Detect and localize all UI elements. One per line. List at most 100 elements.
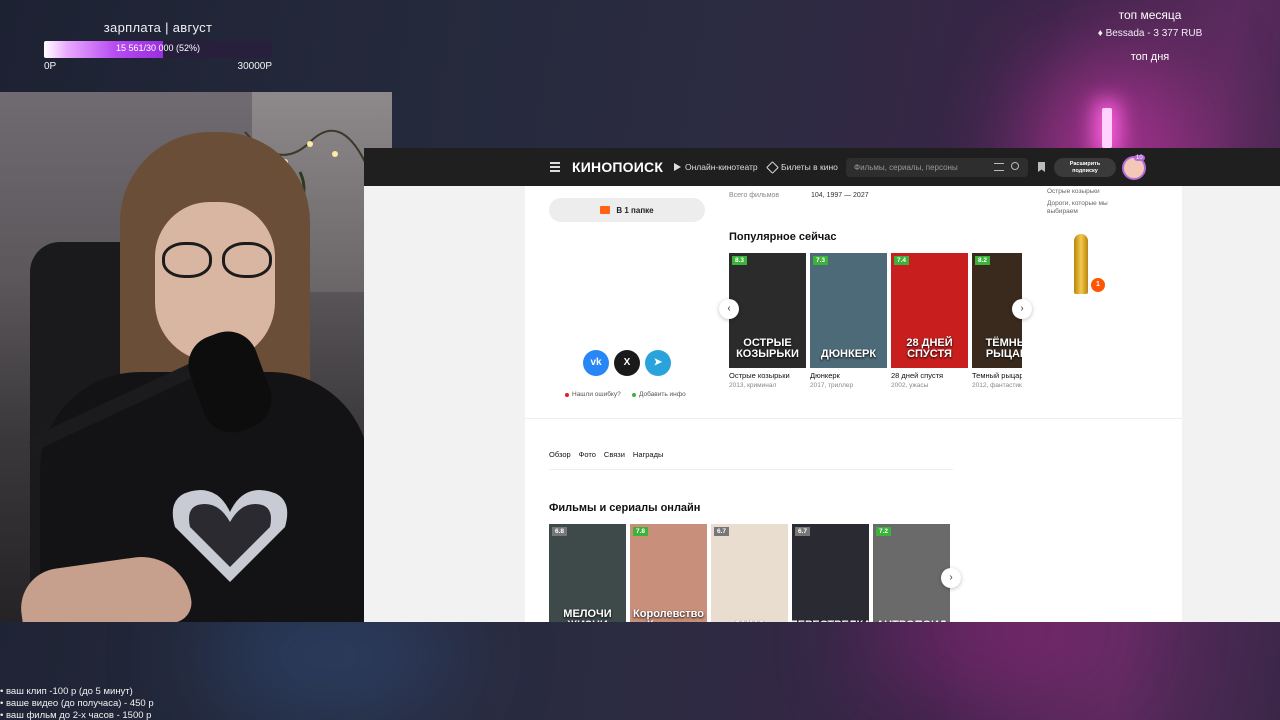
- donation-rules: • ваш клип -100 р (до 5 минут) • ваше вид…: [0, 686, 154, 720]
- section-divider: [525, 418, 1182, 419]
- rating-badge: 6.7: [714, 527, 730, 536]
- online-movies-title: Фильмы и сериалы онлайн: [549, 502, 701, 514]
- donation-rule-1: • ваше видео (до получаса) - 450 р: [0, 698, 154, 709]
- poster-title: Острые козырьки: [729, 371, 790, 380]
- green-dot-icon: [632, 392, 636, 397]
- neon-lamp: [1102, 108, 1112, 148]
- kinopoisk-header: КИНОПОИСК Онлайн-кинотеатр Билеты в кино…: [364, 148, 1280, 186]
- popular-poster-3[interactable]: 8.2 ТЁМНЫЙ РЫЦАРЬ Темный рыцарь: Возрожден…: [972, 253, 1022, 389]
- add-info-label: Добавить инфо: [639, 391, 686, 398]
- online-poster-1[interactable]: 7.8 Королевство Кенсуке: [630, 524, 707, 622]
- poster-subtitle: 2002, ужасы: [891, 382, 929, 389]
- online-poster-3[interactable]: 6.7 ПЕРЕСТРЕЛКА: [792, 524, 869, 622]
- poster-image: 7.2 АНТРОПОИД: [873, 524, 950, 622]
- top-month-entry: ♦ Bessada - 3 377 RUB: [1080, 28, 1220, 39]
- poster-art-title: АНТРОПОИД: [873, 620, 950, 623]
- nav-cinema-tickets[interactable]: Билеты в кино: [766, 160, 838, 174]
- sidebar-text-1[interactable]: Острые козырьки: [1047, 188, 1100, 196]
- online-poster-4[interactable]: 7.2 АНТРОПОИД: [873, 524, 950, 622]
- spiked-heart-print: [172, 490, 288, 582]
- popular-poster-0[interactable]: 8.3 ОСТРЫЕ КОЗЫРЬКИ Острые козырьки 2013, к…: [729, 253, 806, 389]
- poster-art-title: ОСТРЫЕ КОЗЫРЬКИ: [736, 337, 799, 360]
- play-icon: [674, 163, 681, 171]
- donation-rule-2: • ваш фильм до 2-х часов - 1500 р: [0, 710, 152, 720]
- tab-3[interactable]: Награды: [633, 450, 663, 459]
- diamond-icon: ♦: [1097, 28, 1103, 39]
- poster-image: 6.7 ПЕРЕСТРЕЛКА: [792, 524, 869, 622]
- poster-image: 7.4 28 ДНЕЙ СПУСТЯ: [891, 253, 968, 368]
- carousel-prev-button[interactable]: ‹: [719, 299, 739, 319]
- top-day-title: топ дня: [1130, 51, 1170, 63]
- oscar-icon[interactable]: [1074, 234, 1088, 294]
- online-poster-2[interactable]: 6.7 АННА: [711, 524, 788, 622]
- filter-icon[interactable]: [994, 163, 1004, 171]
- sidebar-text-2b: выбираем: [1047, 208, 1078, 215]
- poster-art-title: ТЁМНЫЙ РЫЦАРЬ: [985, 337, 1022, 360]
- donation-rule-0: • ваш клип -100 р (до 5 минут): [0, 686, 133, 697]
- vk-share-button[interactable]: vk: [583, 350, 609, 376]
- poster-image: 7.3 ДЮНКЕРК: [810, 253, 887, 368]
- goal-progress-text: 15 561/30 000 (52%): [115, 43, 201, 53]
- poster-image: 8.3 ОСТРЫЕ КОЗЫРЬКИ: [729, 253, 806, 368]
- rating-badge: 7.2: [876, 527, 892, 536]
- avatar-badge: 10: [1134, 155, 1145, 161]
- red-dot-icon: [565, 392, 569, 397]
- tab-1[interactable]: Фото: [579, 450, 596, 459]
- glasses-left-lens: [162, 242, 212, 278]
- online-poster-0[interactable]: 6.8 МЕЛОЧИ ЖИЗНИ: [549, 524, 626, 622]
- popular-poster-1[interactable]: 7.3 ДЮНКЕРК Дюнкерк 2017, триллер: [810, 253, 887, 389]
- menu-icon[interactable]: [550, 162, 560, 174]
- goal-min-label: 0Р: [44, 61, 57, 72]
- bookmark-icon[interactable]: [1038, 162, 1045, 172]
- telegram-share-button[interactable]: ➤: [645, 350, 671, 376]
- carousel-next-button[interactable]: ›: [1012, 299, 1032, 319]
- sidebar-text-2[interactable]: Дороги, которые мы выбираем: [1047, 200, 1108, 216]
- rating-badge: 6.7: [795, 527, 811, 536]
- poster-art-title: 28 ДНЕЙ СПУСТЯ: [906, 337, 953, 360]
- nav-online-label: Онлайн-кинотеатр: [685, 162, 758, 172]
- subscribe-line2: подписку: [1072, 168, 1098, 174]
- poster-title: Дюнкерк: [810, 371, 840, 380]
- glasses-right-lens: [222, 242, 272, 278]
- poster-art-title: ПЕРЕСТРЕЛКА: [792, 620, 869, 623]
- poster-art-title: МЕЛОЧИ ЖИЗНИ: [563, 608, 612, 623]
- poster-image: 6.7 АННА: [711, 524, 788, 622]
- rating-badge: 7.4: [894, 256, 910, 265]
- top-month-title: топ месяца: [1118, 8, 1182, 22]
- online-carousel-next-button[interactable]: ›: [941, 568, 961, 588]
- kinopoisk-logo[interactable]: КИНОПОИСК: [572, 159, 663, 175]
- goal-max-label: 30000Р: [237, 61, 272, 72]
- rating-badge: 8.2: [975, 256, 991, 265]
- webcam-feed: [0, 92, 392, 622]
- upgrade-subscription-button[interactable]: Расширить подписку: [1054, 158, 1116, 177]
- popular-poster-2[interactable]: 7.4 28 ДНЕЙ СПУСТЯ 28 дней спустя 2002, ужа…: [891, 253, 968, 389]
- tabs-underline: [549, 469, 953, 470]
- stat-value: 104, 1997 — 2027: [811, 192, 869, 199]
- popular-now-title: Популярное сейчас: [729, 231, 837, 243]
- tab-0[interactable]: Обзор: [549, 450, 571, 459]
- report-error-link[interactable]: Нашли ошибку?: [565, 391, 621, 398]
- subscribe-line1: Расширить: [1069, 161, 1101, 167]
- online-carousel: 6.8 МЕЛОЧИ ЖИЗНИ 7.8 Королевство Кенсуке 6.7…: [549, 524, 950, 622]
- nav-online-cinema[interactable]: Онлайн-кинотеатр: [674, 162, 758, 172]
- top-month-entry-text: Bessada - 3 377 RUB: [1105, 28, 1203, 39]
- popular-carousel: 8.3 ОСТРЫЕ КОЗЫРЬКИ Острые козырьки 2013, к…: [729, 253, 1022, 389]
- folder-icon: [600, 206, 611, 214]
- poster-title: Темный рыцарь: Возрождение легенды: [972, 371, 1022, 380]
- movie-tabs: Обзор Фото Связи Награды: [549, 450, 663, 459]
- rating-badge: 7.3: [813, 256, 829, 265]
- poster-subtitle: 2013, криминал: [729, 382, 777, 389]
- add-info-link[interactable]: Добавить инфо: [632, 391, 686, 398]
- x-share-button[interactable]: X: [614, 350, 640, 376]
- folder-button[interactable]: В 1 папке: [549, 198, 705, 222]
- tab-2[interactable]: Связи: [604, 450, 625, 459]
- stat-label: Всего фильмов: [729, 192, 780, 199]
- search-icon[interactable]: [1011, 162, 1019, 170]
- poster-title: 28 дней спустя: [891, 371, 944, 380]
- rating-badge: 7.8: [633, 527, 649, 536]
- rating-badge: 8.3: [732, 256, 748, 265]
- poster-image: 6.8 МЕЛОЧИ ЖИЗНИ: [549, 524, 626, 622]
- report-error-label: Нашли ошибку?: [572, 391, 621, 398]
- nav-tickets-label: Билеты в кино: [781, 162, 838, 172]
- folder-button-label: В 1 папке: [616, 205, 654, 215]
